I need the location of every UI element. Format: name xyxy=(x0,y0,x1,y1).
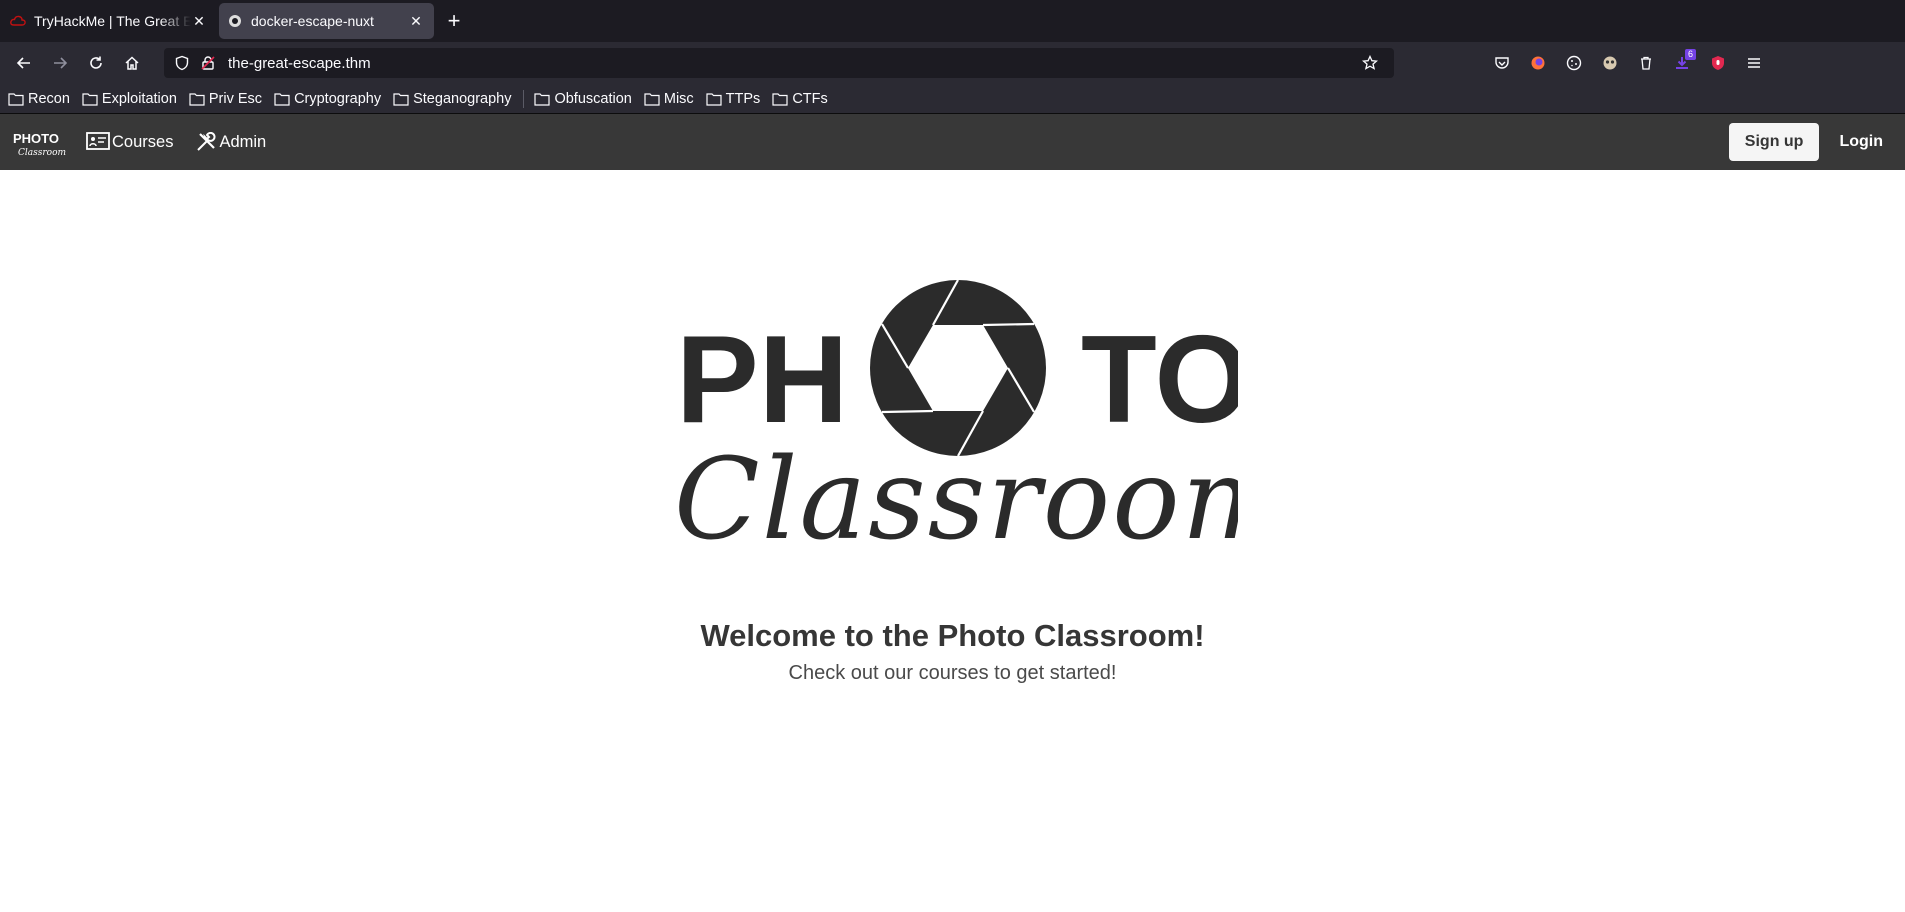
bookmark-exploitation[interactable]: Exploitation xyxy=(82,91,177,107)
hamburger-menu-icon[interactable] xyxy=(1736,47,1772,79)
reload-icon xyxy=(90,56,102,69)
arrow-left-icon xyxy=(16,57,30,69)
logo-script-text: Classroom xyxy=(674,435,1238,560)
reload-button[interactable] xyxy=(78,47,114,79)
bookmark-obfuscation[interactable]: Obfuscation xyxy=(534,90,632,107)
tab-bar: TryHackMe | The Great Escape ✕ docker-es… xyxy=(0,0,1905,42)
folder-icon xyxy=(393,92,409,106)
tryhackme-cloud-icon xyxy=(10,13,26,29)
bookmark-separator xyxy=(523,89,525,108)
extension-badge: 6 xyxy=(1684,49,1696,60)
insecure-lock-icon[interactable] xyxy=(198,53,218,73)
bookmark-label: Cryptography xyxy=(294,90,382,107)
tools-icon xyxy=(197,132,216,151)
folder-icon xyxy=(644,92,660,106)
star-icon[interactable] xyxy=(1360,53,1380,73)
circle-favicon-icon xyxy=(227,13,243,29)
bookmark-misc[interactable]: Misc xyxy=(644,91,694,107)
tab-docker-escape[interactable]: docker-escape-nuxt ✕ xyxy=(219,3,434,39)
folder-icon xyxy=(189,92,205,106)
nav-admin-label: Admin xyxy=(219,132,267,151)
bookmark-label: TTPs xyxy=(725,90,761,107)
bookmark-ttps[interactable]: TTPs xyxy=(706,90,761,107)
camera-aperture-icon xyxy=(870,280,1046,457)
ublock-icon[interactable] xyxy=(1700,47,1736,79)
close-icon[interactable]: ✕ xyxy=(191,13,207,29)
svg-text:PHOTO: PHOTO xyxy=(13,131,59,146)
bookmark-label: Obfuscation xyxy=(554,90,632,107)
arrow-right-icon xyxy=(54,57,68,69)
presentation-board-icon xyxy=(86,132,110,150)
url-bar[interactable]: the-great-escape.thm xyxy=(164,48,1394,78)
bookmark-ctfs[interactable]: CTFs xyxy=(772,90,828,107)
folder-icon xyxy=(8,92,24,106)
photo-classroom-logo-small[interactable]: PHOTO Classroom xyxy=(12,122,68,162)
tab-title: TryHackMe | The Great Escape xyxy=(34,13,191,29)
firefox-account-icon[interactable] xyxy=(1520,47,1556,79)
new-tab-button[interactable]: + xyxy=(436,3,472,39)
face-mask-icon[interactable] xyxy=(1592,47,1628,79)
folder-icon xyxy=(772,92,788,106)
home-button[interactable] xyxy=(114,47,150,79)
bookmark-steganography[interactable]: Steganography xyxy=(393,91,511,107)
folder-icon xyxy=(82,92,98,106)
trash-icon[interactable] xyxy=(1628,47,1664,79)
bookmarks-toolbar: Recon Exploitation Priv Esc Cryptography… xyxy=(0,84,1905,114)
signup-button[interactable]: Sign up xyxy=(1728,123,1820,161)
pocket-icon[interactable] xyxy=(1484,47,1520,79)
extensions-area: 6 xyxy=(1484,47,1772,79)
login-link[interactable]: Login xyxy=(1839,133,1883,151)
url-text[interactable]: the-great-escape.thm xyxy=(228,55,1360,72)
page-subtitle: Check out our courses to get started! xyxy=(788,662,1117,684)
folder-icon xyxy=(534,92,551,106)
bookmark-label: Exploitation xyxy=(101,90,177,107)
close-icon[interactable]: ✕ xyxy=(408,13,424,29)
tab-tryhackme[interactable]: TryHackMe | The Great Escape ✕ xyxy=(2,3,217,39)
nav-courses-label: Courses xyxy=(112,132,174,151)
bookmark-cryptography[interactable]: Cryptography xyxy=(274,91,381,107)
bookmark-label: CTFs xyxy=(792,90,828,107)
folder-icon xyxy=(274,92,290,106)
shield-icon[interactable] xyxy=(172,53,192,73)
bookmark-label: Steganography xyxy=(413,90,512,107)
svg-text:Classroom: Classroom xyxy=(18,148,66,158)
cookie-icon[interactable] xyxy=(1556,47,1592,79)
home-icon xyxy=(125,56,139,70)
bookmark-priv-esc[interactable]: Priv Esc xyxy=(189,91,262,107)
logo-letters-ph: PH xyxy=(676,311,848,449)
bookmark-label: Misc xyxy=(663,90,694,107)
main-content: PH TO Classroom Welcome to the Photo Cla… xyxy=(0,170,1905,912)
page-title: Welcome to the Photo Classroom! xyxy=(700,618,1205,653)
folder-icon xyxy=(706,92,722,106)
forward-button[interactable] xyxy=(42,47,78,79)
logo-letters-to: TO xyxy=(1081,311,1238,449)
bookmark-label: Recon xyxy=(28,90,70,107)
bookmark-recon[interactable]: Recon xyxy=(8,91,70,107)
nav-admin[interactable]: Admin xyxy=(195,132,266,152)
navigation-toolbar: the-great-escape.thm 6 xyxy=(0,42,1905,84)
tab-title: docker-escape-nuxt xyxy=(251,13,374,29)
nav-courses[interactable]: Courses xyxy=(86,132,173,152)
photo-classroom-logo: PH TO Classroom xyxy=(674,280,1238,560)
back-button[interactable] xyxy=(6,47,42,79)
bookmark-label: Priv Esc xyxy=(208,90,263,107)
site-header: PHOTO Classroom Courses Admin Sign up Lo… xyxy=(0,114,1905,170)
download-icon[interactable]: 6 xyxy=(1664,47,1700,79)
